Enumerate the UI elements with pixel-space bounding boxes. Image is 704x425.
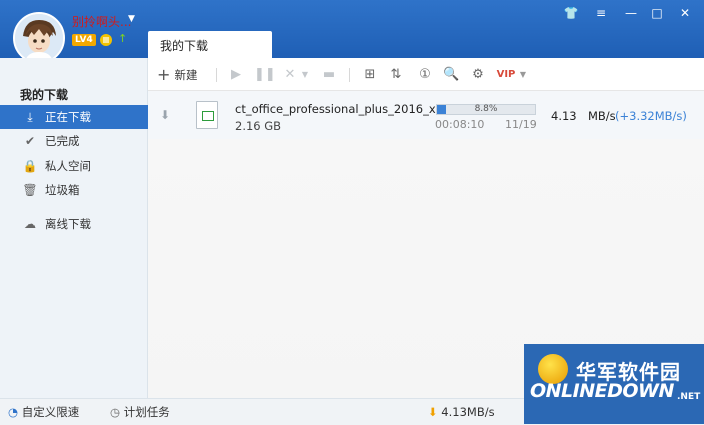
upgrade-arrow-icon: ↑ [118, 32, 128, 45]
download-status-icon: ⬇ [160, 108, 171, 122]
skin-icon[interactable]: 👕 [560, 4, 582, 22]
total-speed-value: 4.13MB/s [441, 405, 495, 419]
check-icon: ✔ [24, 134, 36, 148]
file-size: 2.16 GB [235, 119, 282, 133]
tab-label: 我的下载 [160, 39, 209, 53]
sidebar-item-label: 已完成 [45, 134, 80, 148]
sidebar-item-trash[interactable]: 🗑 垃圾箱 [0, 178, 147, 202]
open-folder-icon[interactable]: ▬ [320, 66, 338, 84]
menu-icon[interactable]: ≡ [590, 4, 612, 22]
toolbar: + 新建 ▶ ❚❚ ✕ ▼ ▬ ⊞ ⇅ ① 🔍 ⚙ VIP ▼ [148, 60, 704, 91]
cloud-icon: ☁ [24, 217, 36, 231]
avatar[interactable] [13, 12, 65, 64]
progress-bar: 8.8% [436, 104, 536, 115]
trash-icon: 🗑 [22, 183, 38, 197]
new-task-button[interactable]: + 新建 [157, 66, 203, 84]
user-menu-caret-icon[interactable]: ▼ [128, 14, 135, 24]
close-icon[interactable]: ✕ [674, 4, 696, 22]
lock-icon: 🔒 [22, 159, 38, 173]
total-speed-icon: ⬇ [428, 405, 438, 419]
file-type-icon [196, 101, 218, 129]
file-name: ct_office_professional_plus_2016_x86... [235, 102, 462, 116]
vip-accelerate-icon[interactable]: VIP [495, 66, 517, 84]
username[interactable]: 别拎啊头... [72, 13, 131, 30]
sidebar-item-downloading[interactable]: ⤓ 正在下载 [0, 105, 156, 129]
delete-dropdown-icon[interactable]: ▼ [300, 66, 310, 84]
watermark-en: ONLINEDOWN [530, 380, 674, 402]
search-icon[interactable]: 🔍 [443, 66, 459, 84]
grid-view-icon[interactable]: ⊞ [362, 66, 378, 84]
sidebar: 我的下载 ⤓ 正在下载 ✔ 已完成 🔒 私人空间 🗑 垃圾箱 ☁ 离线下载 [0, 58, 156, 398]
speed-bonus: (+3.32MB/s) [615, 109, 687, 123]
total-speed: ⬇ 4.13MB/s [428, 404, 495, 420]
sidebar-title: 我的下载 [20, 88, 69, 102]
sidebar-item-completed[interactable]: ✔ 已完成 [0, 129, 147, 153]
schedule-task-button[interactable]: ◷ 计划任务 [110, 404, 170, 420]
pause-icon[interactable]: ❚❚ [254, 66, 276, 84]
sidebar-item-label: 离线下载 [45, 217, 91, 231]
sidebar-item-label: 正在下载 [45, 110, 91, 124]
sidebar-item-offline[interactable]: ☁ 离线下载 [0, 212, 147, 236]
download-speed: 4.13 [551, 109, 577, 123]
piece-ratio: 11/19 [505, 118, 537, 131]
sidebar-item-private-space[interactable]: 🔒 私人空间 [0, 154, 147, 178]
delete-icon[interactable]: ✕ [282, 66, 298, 84]
download-icon: ⤓ [27, 110, 33, 124]
new-task-label: 新建 [174, 68, 198, 82]
schedule-label: 计划任务 [123, 405, 170, 419]
speed-unit: MB/s [588, 109, 616, 123]
settings-gear-icon[interactable]: ⚙ [470, 66, 486, 84]
minimize-icon[interactable]: — [620, 4, 642, 22]
title-bar: 别拎啊头... ▼ LV4 ↑ 👕 ≡ — □ ✕ 我的下载 [0, 0, 704, 64]
vip-dropdown-icon[interactable]: ▼ [518, 66, 528, 84]
custom-speed-limit-button[interactable]: ◔ 自定义限速 [8, 404, 79, 420]
maximize-icon[interactable]: □ [646, 4, 668, 22]
speed-limit-icon: ◔ [8, 405, 19, 419]
table-row[interactable]: ⬇ ct_office_professional_plus_2016_x86..… [148, 91, 704, 139]
vip-icon[interactable] [99, 33, 113, 47]
sidebar-item-label: 私人空间 [45, 159, 91, 173]
sidebar-item-label: 垃圾箱 [45, 183, 80, 197]
clock-icon: ◷ [110, 405, 121, 419]
avatar-image [15, 14, 63, 62]
start-icon[interactable]: ▶ [228, 66, 244, 84]
level-badge: LV4 [72, 34, 96, 46]
progress-percent: 8.8% [474, 104, 498, 114]
elapsed-time: 00:08:10 [435, 118, 485, 131]
tab-my-downloads[interactable]: 我的下载 [148, 31, 272, 60]
watermark-suffix: .NET [677, 392, 701, 402]
sort-icon[interactable]: ⇅ [388, 66, 404, 84]
speed-limit-label: 自定义限速 [21, 405, 80, 419]
watermark-logo: 华军软件园 ONLINEDOWN .NET [524, 344, 704, 424]
plus-icon: + [157, 65, 171, 84]
one-task-icon[interactable]: ① [417, 66, 433, 84]
